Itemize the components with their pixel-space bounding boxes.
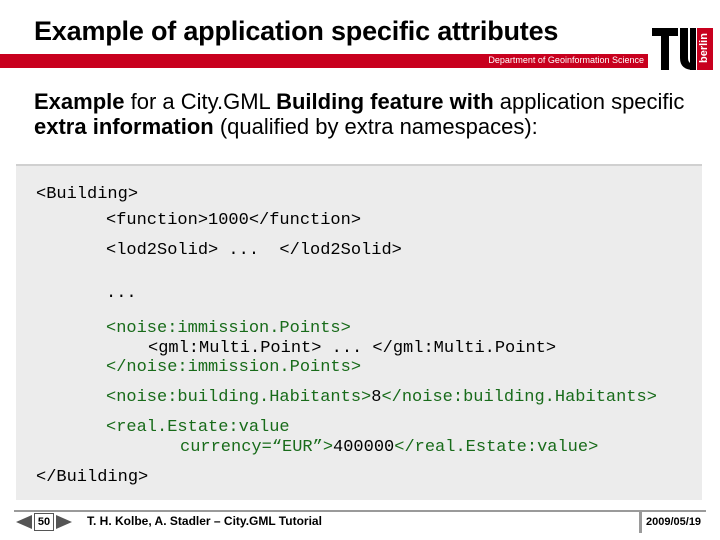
code-line-noise-immission-close: </noise:immission.Points> <box>106 358 362 377</box>
code-line-noise-immission-open: <noise:immission.Points> <box>106 319 351 338</box>
code-line-building-habitants: <noise:building.Habitants>8</noise:build… <box>106 388 657 408</box>
intro-text: Example for a City.GML Building feature … <box>34 89 694 139</box>
habitants-close-tag: </noise:building.Habitants> <box>381 388 657 407</box>
department-label: Department of Geoinformation Science <box>488 55 644 65</box>
intro-part-2: for a City.GML <box>124 89 277 114</box>
code-line-building-open: <Building> <box>36 185 139 204</box>
intro-part-3: Building feature with <box>276 89 494 114</box>
code-line-multipoint: <gml:Multi.Point> ... </gml:Multi.Point> <box>148 339 557 358</box>
habitants-open-tag: <noise:building.Habitants> <box>106 388 372 407</box>
footer-divider <box>14 510 706 512</box>
page-number: 50 <box>34 513 54 531</box>
real-estate-close-tag: </real.Estate:value> <box>394 438 599 457</box>
logo-berlin-text: berlin <box>698 33 710 63</box>
currency-attr: currency=“EUR”> <box>180 438 334 457</box>
slide-navigation: 50 <box>14 512 74 532</box>
intro-part-6: (qualified by extra namespaces): <box>213 114 538 139</box>
intro-part-5: extra information <box>34 114 214 139</box>
left-triangle-icon[interactable] <box>14 514 34 530</box>
intro-part-4: application specific <box>493 89 685 114</box>
footer-author: T. H. Kolbe, A. Stadler – City.GML Tutor… <box>87 514 322 528</box>
footer-date: 2009/05/19 <box>646 516 702 528</box>
footer-separator <box>639 512 642 533</box>
habitants-value: 8 <box>371 388 382 407</box>
real-estate-value: 400000 <box>333 438 395 457</box>
code-line-ellipsis: ... <box>106 284 137 303</box>
code-line-real-estate-open: <real.Estate:value <box>106 418 290 437</box>
code-line-lod2solid: <lod2Solid> ... </lod2Solid> <box>106 241 402 260</box>
right-triangle-icon[interactable] <box>54 514 74 530</box>
slide-title: Example of application specific attribut… <box>34 16 559 46</box>
code-line-function: <function>1000</function> <box>106 211 362 230</box>
code-line-currency: currency=“EUR”>400000</real.Estate:value… <box>180 438 598 458</box>
intro-part-1: Example <box>34 89 125 114</box>
department-bar: Department of Geoinformation Science <box>0 54 648 68</box>
code-line-building-close: </Building> <box>36 468 149 487</box>
